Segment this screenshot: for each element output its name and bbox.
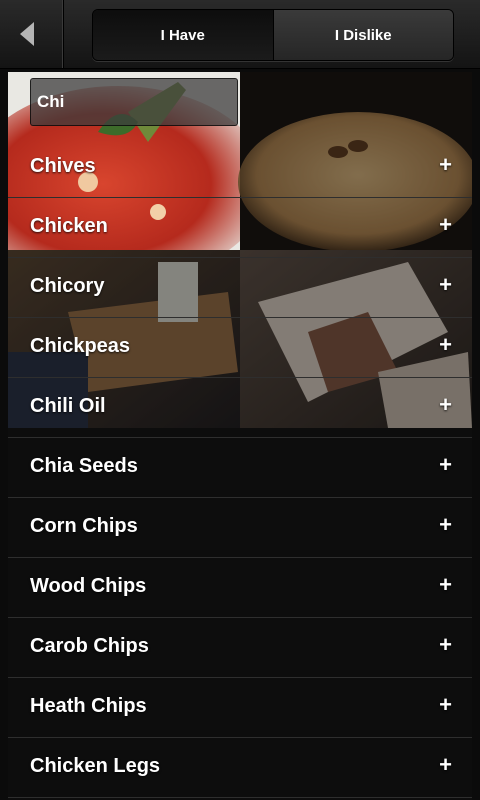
add-icon[interactable]: + xyxy=(439,152,452,178)
list-item[interactable]: Wood Chips + xyxy=(8,558,472,618)
search-input[interactable] xyxy=(30,78,238,126)
top-bar: I Have I Dislike xyxy=(0,0,480,69)
list-item[interactable]: Chicken + xyxy=(8,198,472,258)
add-icon[interactable]: + xyxy=(439,512,452,538)
list-item-label: Chicory xyxy=(30,275,105,297)
back-arrow-icon xyxy=(20,22,34,46)
list-item-label: Carob Chips xyxy=(30,635,149,657)
list-item-label: Heath Chips xyxy=(30,695,147,717)
add-icon[interactable]: + xyxy=(439,212,452,238)
add-icon[interactable]: + xyxy=(439,632,452,658)
add-icon[interactable]: + xyxy=(439,452,452,478)
list-item-label: Chia Seeds xyxy=(30,455,138,477)
list-item[interactable]: Chili Oil + xyxy=(8,378,472,438)
add-icon[interactable]: + xyxy=(439,272,452,298)
list-item[interactable]: Chicken Legs + xyxy=(8,738,472,798)
add-icon[interactable]: + xyxy=(439,692,452,718)
list-item-label: Chickpeas xyxy=(30,335,131,357)
list-item-label: Chives xyxy=(30,155,96,177)
list-item[interactable]: Corn Chips + xyxy=(8,498,472,558)
list-item[interactable]: Chickpeas + xyxy=(8,318,472,378)
results-list: Chives + Chicken + Chicory + Chickpeas +… xyxy=(8,138,472,798)
ingredient-panel: Chives + Chicken + Chicory + Chickpeas +… xyxy=(8,72,472,800)
list-item-label: Corn Chips xyxy=(30,515,138,537)
list-item-label: Wood Chips xyxy=(30,575,147,597)
add-icon[interactable]: + xyxy=(439,752,452,778)
list-item[interactable]: Heath Chips + xyxy=(8,678,472,738)
list-item[interactable]: Chives + xyxy=(8,138,472,198)
add-icon[interactable]: + xyxy=(439,572,452,598)
back-button[interactable] xyxy=(0,0,63,68)
add-icon[interactable]: + xyxy=(439,392,452,418)
list-item-label: Chicken Legs xyxy=(30,755,161,777)
tab-i-dislike[interactable]: I Dislike xyxy=(273,10,453,60)
tab-i-have[interactable]: I Have xyxy=(93,10,274,60)
list-item[interactable]: Carob Chips + xyxy=(8,618,472,678)
list-item[interactable]: Chia Seeds + xyxy=(8,438,472,498)
list-item-label: Chicken xyxy=(30,215,108,237)
list-item-label: Chili Oil xyxy=(30,395,106,417)
add-icon[interactable]: + xyxy=(439,332,452,358)
tab-switcher: I Have I Dislike xyxy=(92,9,454,61)
list-item[interactable]: Chicory + xyxy=(8,258,472,318)
